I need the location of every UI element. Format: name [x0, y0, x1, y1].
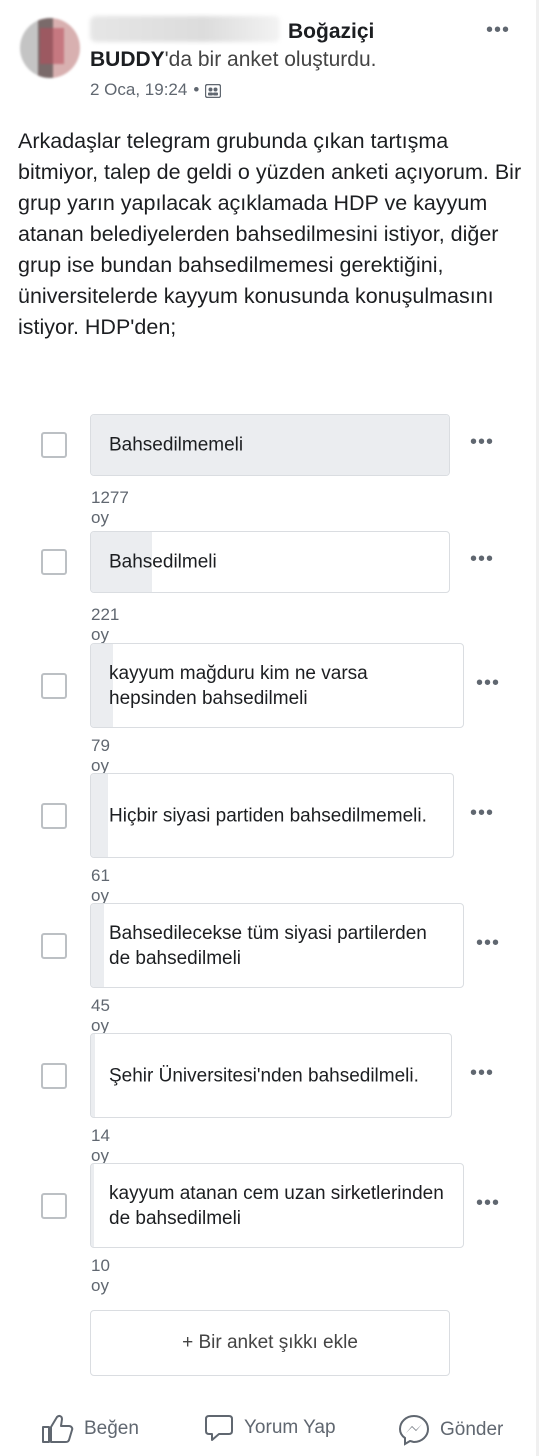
poll-option[interactable]: kayyum mağduru kim ne varsa hepsinden ba… — [90, 643, 464, 728]
post-meta: 2 Oca, 19:24 • — [90, 80, 222, 100]
poll-option-label: kayyum mağduru kim ne varsa hepsinden ba… — [109, 662, 368, 709]
poll-option[interactable]: Bahsedilecekse tüm siyasi partilerden de… — [90, 903, 464, 988]
comment-button[interactable]: Yorum Yap — [204, 1414, 336, 1442]
poll-option-votes[interactable]: 79 oy — [91, 736, 110, 776]
comment-icon — [204, 1414, 234, 1442]
post-header: Boğaziçi BUDDY'da bir anket oluşturdu. 2… — [0, 0, 539, 110]
poll-option-votes[interactable]: 45 oy — [91, 996, 110, 1036]
poll-option-checkbox[interactable] — [41, 549, 67, 575]
option-more-icon[interactable]: ••• — [476, 932, 500, 955]
poll-option-votes[interactable]: 221 oy — [91, 605, 119, 645]
poll-option-votes[interactable]: 10 oy — [91, 1256, 110, 1296]
poll-option-result-bar — [91, 774, 109, 857]
option-more-icon[interactable]: ••• — [476, 672, 500, 695]
meta-separator: • — [193, 80, 200, 99]
poll-option-result-bar — [91, 1164, 94, 1247]
option-more-icon[interactable]: ••• — [470, 431, 494, 454]
post-body: Arkadaşlar telegram grubunda çıkan tartı… — [18, 129, 522, 339]
poll-option-result-bar — [91, 904, 105, 987]
post-action-line: BUDDY'da bir anket oluşturdu. — [90, 48, 376, 72]
send-button[interactable]: Gönder — [398, 1414, 503, 1446]
poll-option-result-bar — [91, 1034, 95, 1117]
option-more-icon[interactable]: ••• — [470, 802, 494, 825]
blurred-author-name — [90, 16, 280, 42]
post-footer-actions: Beğen Yorum Yap Gönder — [0, 1400, 539, 1456]
poll-option[interactable]: kayyum atanan cem uzan sirketlerinden de… — [90, 1163, 464, 1248]
poll-option-votes[interactable]: 14 oy — [91, 1126, 110, 1166]
poll-option[interactable]: Şehir Üniversitesi'nden bahsedilmeli. — [90, 1033, 452, 1118]
poll-option-checkbox[interactable] — [41, 932, 67, 959]
poll-option-label: Bahsedilecekse tüm siyasi partilerden de… — [109, 922, 427, 969]
poll-option-checkbox[interactable] — [41, 802, 67, 829]
send-label: Gönder — [440, 1419, 504, 1440]
avatar[interactable] — [20, 18, 80, 78]
thumbs-up-icon — [40, 1414, 74, 1444]
post-more-icon[interactable]: ••• — [486, 19, 510, 42]
option-more-icon[interactable]: ••• — [476, 1192, 500, 1215]
poll-option-votes[interactable]: 61 oy — [91, 866, 110, 906]
poll-option-checkbox[interactable] — [41, 1192, 67, 1219]
messenger-icon — [398, 1414, 430, 1446]
poll-option-votes[interactable]: 1277 oy — [91, 488, 129, 528]
poll-option-checkbox[interactable] — [41, 1062, 67, 1089]
option-more-icon[interactable]: ••• — [470, 1062, 494, 1085]
author-name[interactable]: BUDDY — [90, 48, 165, 71]
add-poll-option-button[interactable]: + Bir anket şıkkı ekle — [90, 1310, 450, 1376]
poll-option[interactable]: Hiçbir siyasi partiden bahsedilmemeli. — [90, 773, 454, 858]
poll-option-label: Hiçbir siyasi partiden bahsedilmemeli. — [109, 805, 427, 826]
poll-option[interactable]: Bahsedilmemeli — [90, 414, 450, 476]
poll-option-checkbox[interactable] — [41, 432, 67, 458]
action-text: 'da bir anket oluşturdu. — [164, 48, 377, 71]
timestamp[interactable]: 2 Oca, 19:24 — [90, 80, 187, 100]
poll-option-label: Bahsedilmemeli — [109, 434, 244, 456]
like-button[interactable]: Beğen — [40, 1414, 139, 1444]
option-more-icon[interactable]: ••• — [470, 548, 494, 571]
poll-option-checkbox[interactable] — [41, 672, 67, 699]
poll-option-label: Şehir Üniversitesi'nden bahsedilmeli. — [109, 1065, 419, 1086]
group-name[interactable]: Boğaziçi — [288, 20, 374, 44]
comment-label: Yorum Yap — [244, 1417, 336, 1438]
like-label: Beğen — [84, 1418, 139, 1439]
poll-option-label: kayyum atanan cem uzan sirketlerinden de… — [109, 1182, 444, 1229]
poll-option-label: Bahsedilmeli — [109, 551, 217, 573]
group-icon — [205, 83, 222, 99]
poll-option[interactable]: Bahsedilmeli — [90, 531, 450, 593]
